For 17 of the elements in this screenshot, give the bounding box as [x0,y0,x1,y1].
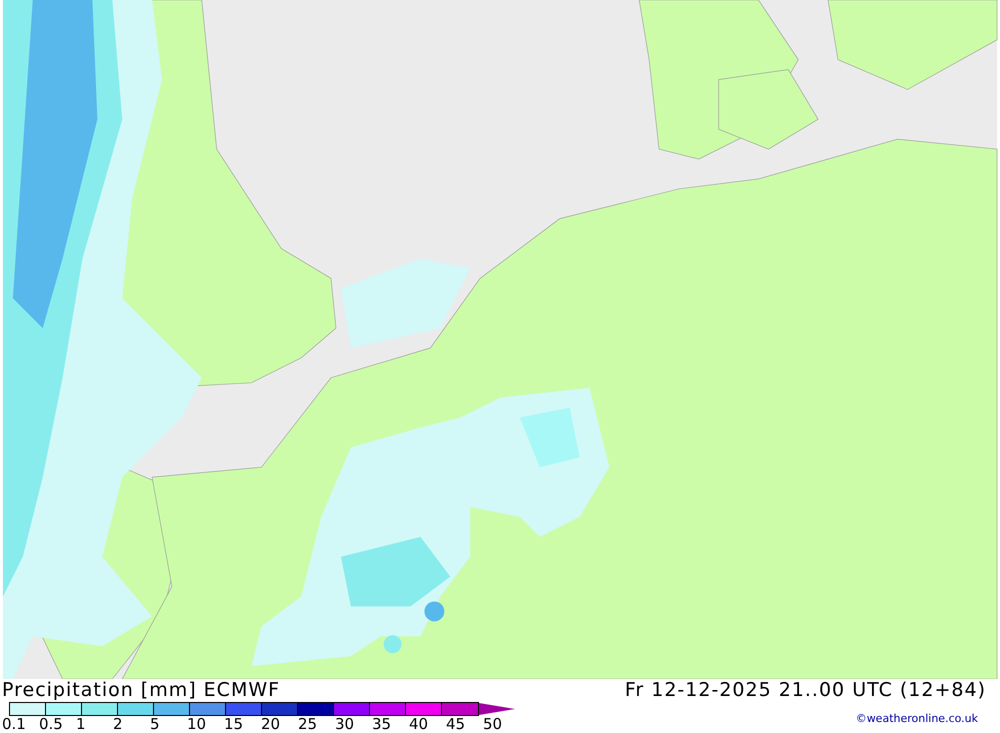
scale-tick-label: 1 [76,716,87,733]
scale-tick-label: 40 [409,716,430,733]
valid-time-label: Fr 12-12-2025 21..00 UTC (12+84) [624,679,986,701]
scale-tick-label: 45 [446,716,466,733]
scale-tick-label: 2 [113,716,124,733]
scale-tick-label: 25 [298,716,318,733]
scale-tick-label: 50 [483,716,504,733]
scale-tick-label: 35 [372,716,392,733]
scale-tick-label: 10 [187,716,208,733]
scale-tick-label: 0.5 [39,716,64,733]
scale-tick-label: 15 [224,716,244,733]
scale-tick-label: 20 [261,716,282,733]
credit-link[interactable]: ©weatheronline.co.uk [856,711,978,728]
chart-title: Precipitation [mm] ECMWF [2,679,282,701]
scale-tick-label: 5 [150,716,161,733]
scale-tick-label: 30 [335,716,356,733]
scale-tick-label: 0.1 [2,716,27,733]
